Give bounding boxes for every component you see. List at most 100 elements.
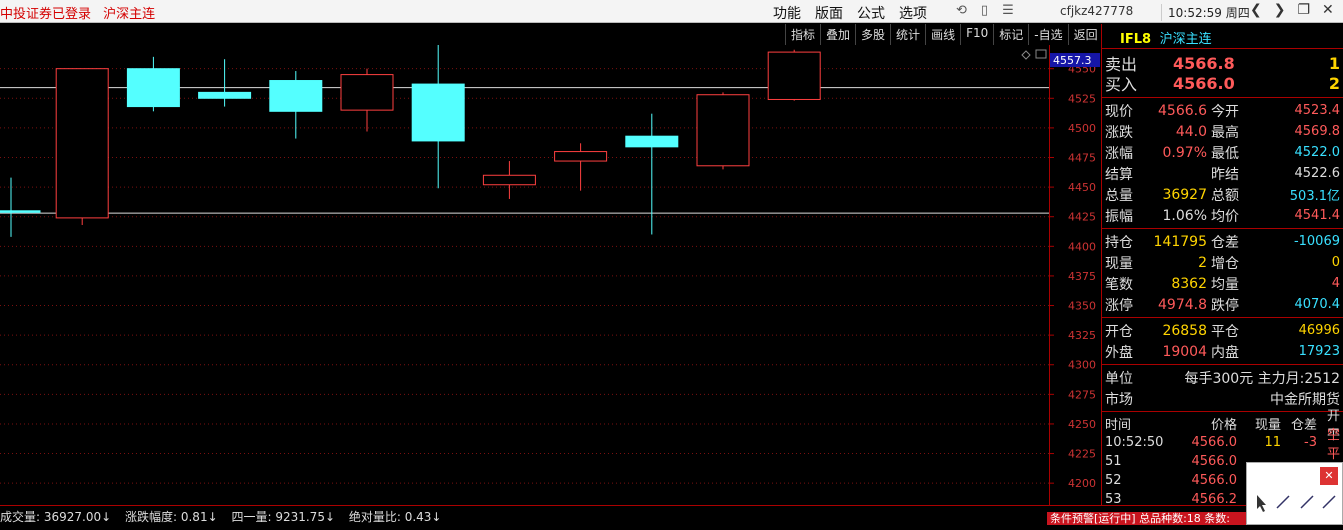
bid-price: 4566.0 <box>1173 74 1323 93</box>
current-price-label: 4557.3 <box>1053 54 1092 67</box>
bid-row[interactable]: 买入 4566.0 2 <box>1105 73 1340 93</box>
instrument-name[interactable]: 沪深主连 <box>103 7 155 22</box>
close-icon[interactable]: ✕ <box>1322 2 1334 18</box>
instrument-code: IFL8 <box>1120 32 1151 47</box>
quote-value: 26858 <box>1139 323 1211 339</box>
market-row: 市场 中金所期货 <box>1105 388 1340 409</box>
quote-label: 涨停 <box>1105 295 1139 315</box>
tick-oi: -3 <box>1281 435 1317 450</box>
toolbar-overlay[interactable]: 叠加 <box>820 24 855 45</box>
y-tick-label: 4200 <box>1068 477 1096 490</box>
toolbar-multi[interactable]: 多股 <box>855 24 890 45</box>
panel-toggle-icon <box>1036 50 1046 58</box>
quote-value: 4 <box>1251 276 1340 291</box>
y-tick-label: 4450 <box>1068 181 1096 194</box>
quote-value: 4523.4 <box>1251 103 1340 118</box>
status-four-one: 四一量: 9231.75↓ <box>231 510 335 524</box>
quote-label: 最低 <box>1211 143 1251 163</box>
ray-tool-icon[interactable] <box>1301 496 1313 508</box>
top-bar: 中投证券已登录 沪深主连 功能 版面 公式 选项 ⟲ ▯ ☰ cfjkz4277… <box>0 0 1343 23</box>
line-tool-icon[interactable] <box>1277 496 1289 508</box>
y-tick-label: 4225 <box>1068 448 1096 461</box>
restore-icon[interactable]: ❐ <box>1297 2 1310 18</box>
main-menu: 功能 版面 公式 选项 <box>773 3 927 23</box>
menu-item-layout[interactable]: 版面 <box>815 3 843 23</box>
status-volume: 成交量: 36927.00↓ <box>0 510 111 524</box>
toolbar-watchlist[interactable]: -自选 <box>1028 24 1067 45</box>
y-tick-label: 4500 <box>1068 122 1096 135</box>
quote-label: 平仓 <box>1211 321 1251 341</box>
tick-header-time: 时间 <box>1105 414 1175 433</box>
toolbar-f10[interactable]: F10 <box>960 24 993 45</box>
quote-value: 503.1亿 <box>1251 185 1340 204</box>
quote-row: 总量36927总额503.1亿 <box>1105 184 1340 205</box>
y-tick-label: 4300 <box>1068 359 1096 372</box>
quote-row: 笔数8362均量4 <box>1105 273 1340 294</box>
toolbar-indicator[interactable]: 指标 <box>785 24 820 45</box>
login-status-text: 中投证券已登录 <box>0 7 91 22</box>
clock: 10:52:59 周四 <box>1161 4 1250 21</box>
quote-value: 4566.6 <box>1139 103 1211 119</box>
window-controls: ❮ ❯ ❐ ✕ <box>1250 2 1334 18</box>
ask-row[interactable]: 卖出 4566.8 1 <box>1105 53 1340 73</box>
toolbar-mark[interactable]: 标记 <box>993 24 1028 45</box>
y-tick-label: 4425 <box>1068 211 1096 224</box>
candle-body <box>626 136 678 147</box>
candle-body <box>56 69 108 218</box>
cursor-icon[interactable] <box>1257 495 1266 512</box>
quote-value: 0 <box>1251 255 1340 270</box>
menu-item-options[interactable]: 选项 <box>899 3 927 23</box>
candle-body <box>270 81 322 112</box>
quote-value: 4541.4 <box>1251 208 1340 223</box>
refresh-icon[interactable]: ⟲ <box>956 3 967 18</box>
quote-panel: IFL8 沪深主连 卖出 4566.8 1 买入 4566.0 2 现价4566… <box>1101 24 1343 525</box>
candle-body <box>0 211 40 213</box>
quote-row: 涨停4974.8跌停4070.4 <box>1105 294 1340 315</box>
contract-info: 单位 每手300元 主力月:2512 市场 中金所期货 <box>1102 364 1343 411</box>
quote-label: 昨结 <box>1211 164 1251 184</box>
tick-header-price: 价格 <box>1175 414 1237 433</box>
quote-value: 4569.8 <box>1251 124 1340 139</box>
candle-body <box>555 152 607 161</box>
quote-value: 0.97% <box>1139 145 1211 161</box>
menu-item-formula[interactable]: 公式 <box>857 3 885 23</box>
toolbar-stats[interactable]: 统计 <box>890 24 925 45</box>
quote-value: 8362 <box>1139 276 1211 292</box>
candle-body <box>412 84 464 141</box>
toolbar-back[interactable]: 返回 <box>1068 24 1103 45</box>
user-account[interactable]: cfjkz427778 <box>1060 4 1133 18</box>
diamond-icon <box>1022 51 1030 59</box>
phone-icon[interactable]: ▯ <box>981 3 988 18</box>
quote-label: 振幅 <box>1105 206 1139 226</box>
toolbar-draw[interactable]: 画线 <box>925 24 960 45</box>
quote-label: 跌停 <box>1211 295 1251 315</box>
quote-row: 开仓26858平仓46996 <box>1105 320 1340 341</box>
y-tick-label: 4350 <box>1068 300 1096 313</box>
list-icon[interactable]: ☰ <box>1002 3 1014 18</box>
tick-time: 52 <box>1105 473 1175 488</box>
quote-row: 持仓141795仓差-10069 <box>1105 231 1340 252</box>
candle-body <box>127 69 179 107</box>
bid-label: 买入 <box>1105 71 1173 95</box>
close-icon[interactable]: ✕ <box>1320 467 1338 485</box>
y-tick-label: 4525 <box>1068 92 1096 105</box>
quote-row: 现量2增仓0 <box>1105 252 1340 273</box>
segment-tool-icon[interactable] <box>1323 496 1335 508</box>
tick-time: 51 <box>1105 454 1175 469</box>
y-tick-label: 4475 <box>1068 152 1096 165</box>
back-arrow-icon[interactable]: ❮ <box>1250 2 1262 18</box>
quote-label: 增仓 <box>1211 253 1251 273</box>
quote-value: 4974.8 <box>1139 297 1211 313</box>
quote-label: 内盘 <box>1211 342 1251 362</box>
menu-item-function[interactable]: 功能 <box>773 3 801 23</box>
y-tick-label: 4275 <box>1068 388 1096 401</box>
alert-banner[interactable]: 条件预警[运行中] 总品种数:18 条数: <box>1047 512 1247 525</box>
forward-arrow-icon[interactable]: ❯ <box>1274 2 1286 18</box>
quote-label: 涨跌 <box>1105 122 1139 142</box>
quote-row: 涨幅0.97%最低4522.0 <box>1105 142 1340 163</box>
candlestick-chart[interactable]: 4550452545004475445044254400437543504325… <box>0 45 1100 505</box>
tick-price: 4566.0 <box>1175 435 1237 450</box>
quote-label: 总量 <box>1105 185 1139 205</box>
quote-row: 结算昨结4522.6 <box>1105 163 1340 184</box>
market-label: 市场 <box>1105 389 1139 409</box>
